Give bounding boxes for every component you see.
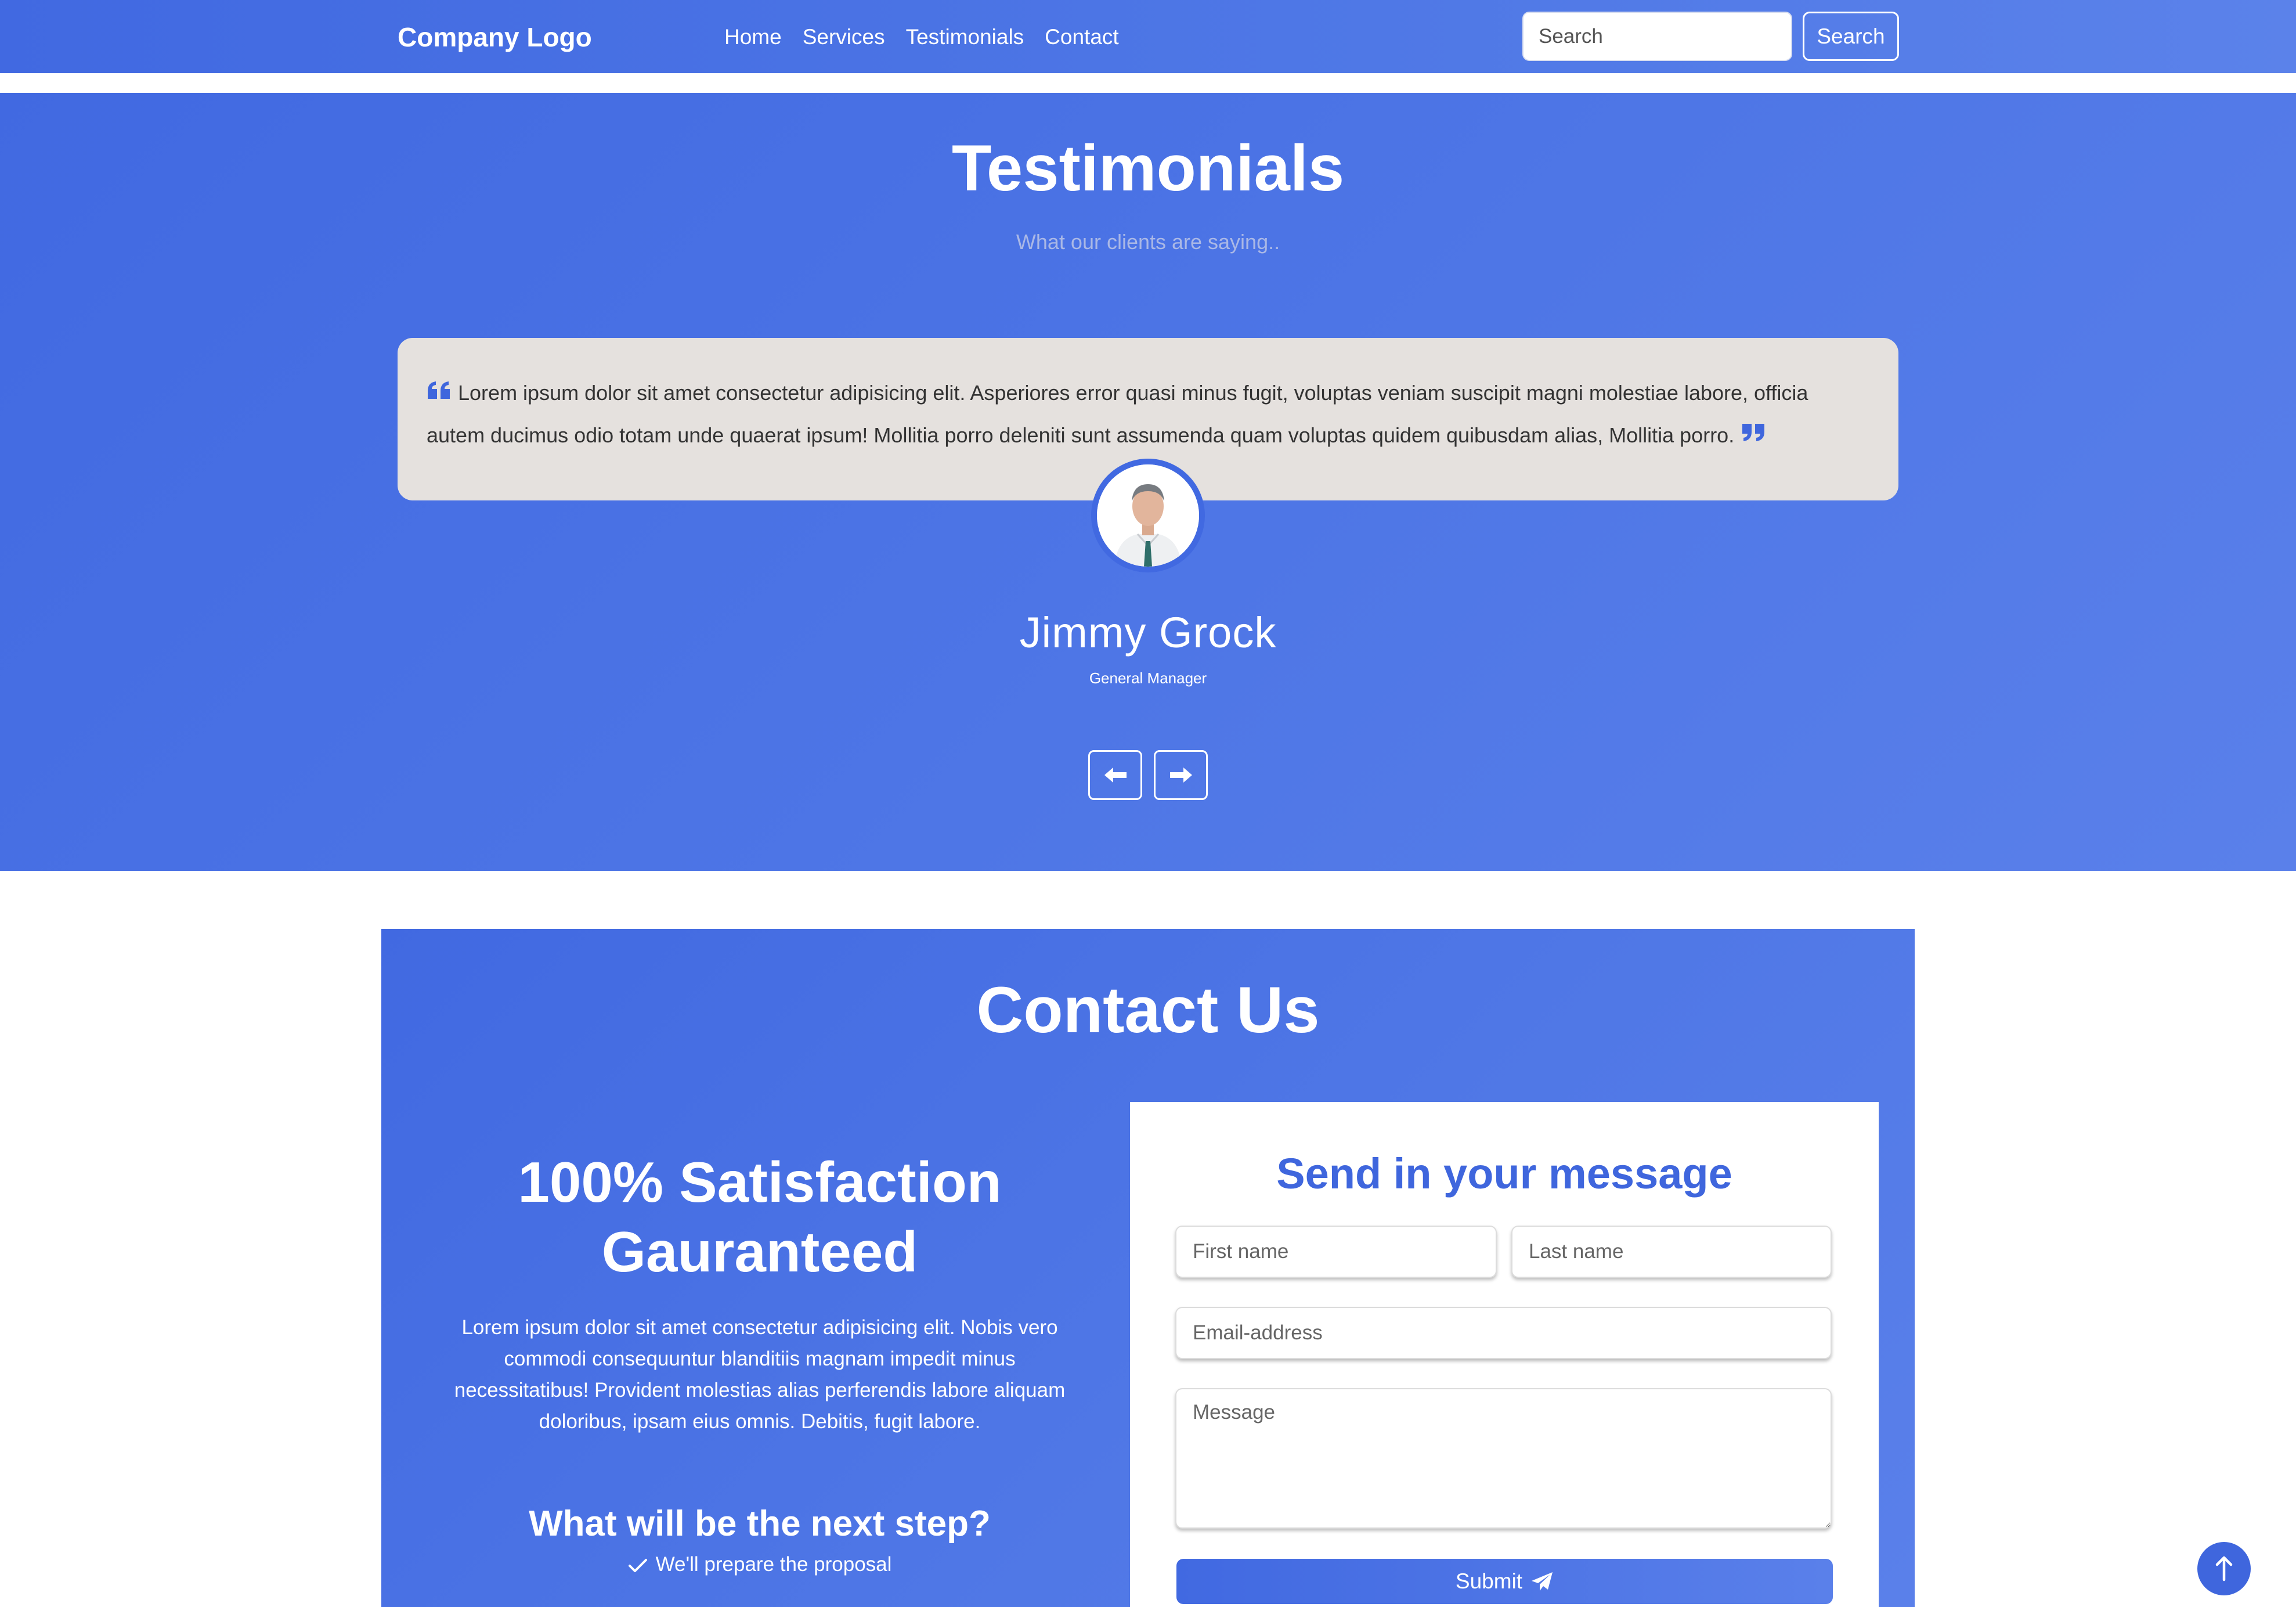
arrow-right-icon (1169, 768, 1192, 783)
satisfaction-title-line1: 100% Satisfaction (518, 1150, 1002, 1214)
testimonials-section: Testimonials What our clients are saying… (0, 93, 2296, 871)
navbar: Company Logo Home Services Testimonials … (0, 0, 2296, 73)
satisfaction-title: 100% Satisfaction Gauranteed (428, 1147, 1092, 1287)
quote-open-icon (428, 381, 450, 399)
next-step-label: We'll prepare the proposal (655, 1553, 892, 1576)
arrow-left-icon (1104, 768, 1127, 783)
testimonials-subtitle: What our clients are saying.. (1016, 230, 1280, 254)
contact-form: Send in your message (1130, 1102, 1879, 1607)
prev-testimonial-button[interactable] (1088, 750, 1142, 800)
paper-plane-icon (1532, 1572, 1553, 1591)
testimonial-role: General Manager (1089, 669, 1207, 687)
nav-links: Home Services Testimonials Contact (724, 22, 1119, 52)
arrow-up-icon (2215, 1556, 2233, 1581)
form-title: Send in your message (1276, 1150, 1732, 1198)
nav-link-services[interactable]: Services (803, 22, 885, 52)
nav-link-home[interactable]: Home (724, 22, 782, 52)
submit-label: Submit (1455, 1569, 1523, 1593)
check-icon (628, 1558, 647, 1572)
next-testimonial-button[interactable] (1154, 750, 1208, 800)
avatar (1097, 464, 1199, 567)
last-name-field[interactable] (1511, 1226, 1832, 1278)
avatar-ring (1091, 459, 1205, 572)
next-step-title: What will be the next step? (529, 1504, 991, 1544)
testimonial-quote-text: Lorem ipsum dolor sit amet consectetur a… (427, 381, 1808, 447)
scroll-to-top-button[interactable] (2197, 1542, 2251, 1595)
message-field[interactable] (1175, 1388, 1832, 1529)
nav-link-testimonials[interactable]: Testimonials (906, 22, 1024, 52)
testimonial-name: Jimmy Grock (1019, 608, 1277, 657)
contact-title: Contact Us (976, 974, 1320, 1046)
satisfaction-text: Lorem ipsum dolor sit amet consectetur a… (454, 1316, 1066, 1433)
quote-close-icon (1742, 424, 1765, 441)
contact-section: Contact Us 100% Satisfaction Gauranteed … (381, 929, 1915, 1607)
submit-button[interactable]: Submit (1176, 1559, 1833, 1604)
company-logo[interactable]: Company Logo (398, 20, 592, 55)
first-name-field[interactable] (1175, 1226, 1497, 1278)
email-field[interactable] (1175, 1307, 1832, 1359)
search-button[interactable]: Search (1803, 12, 1899, 61)
satisfaction-title-line2: Gauranteed (601, 1220, 918, 1284)
next-step-item: We'll prepare the proposal (428, 1550, 1092, 1579)
nav-link-contact[interactable]: Contact (1045, 22, 1119, 52)
testimonials-title: Testimonials (951, 132, 1345, 204)
person-avatar-icon (1097, 464, 1199, 567)
search-input[interactable] (1522, 12, 1792, 61)
